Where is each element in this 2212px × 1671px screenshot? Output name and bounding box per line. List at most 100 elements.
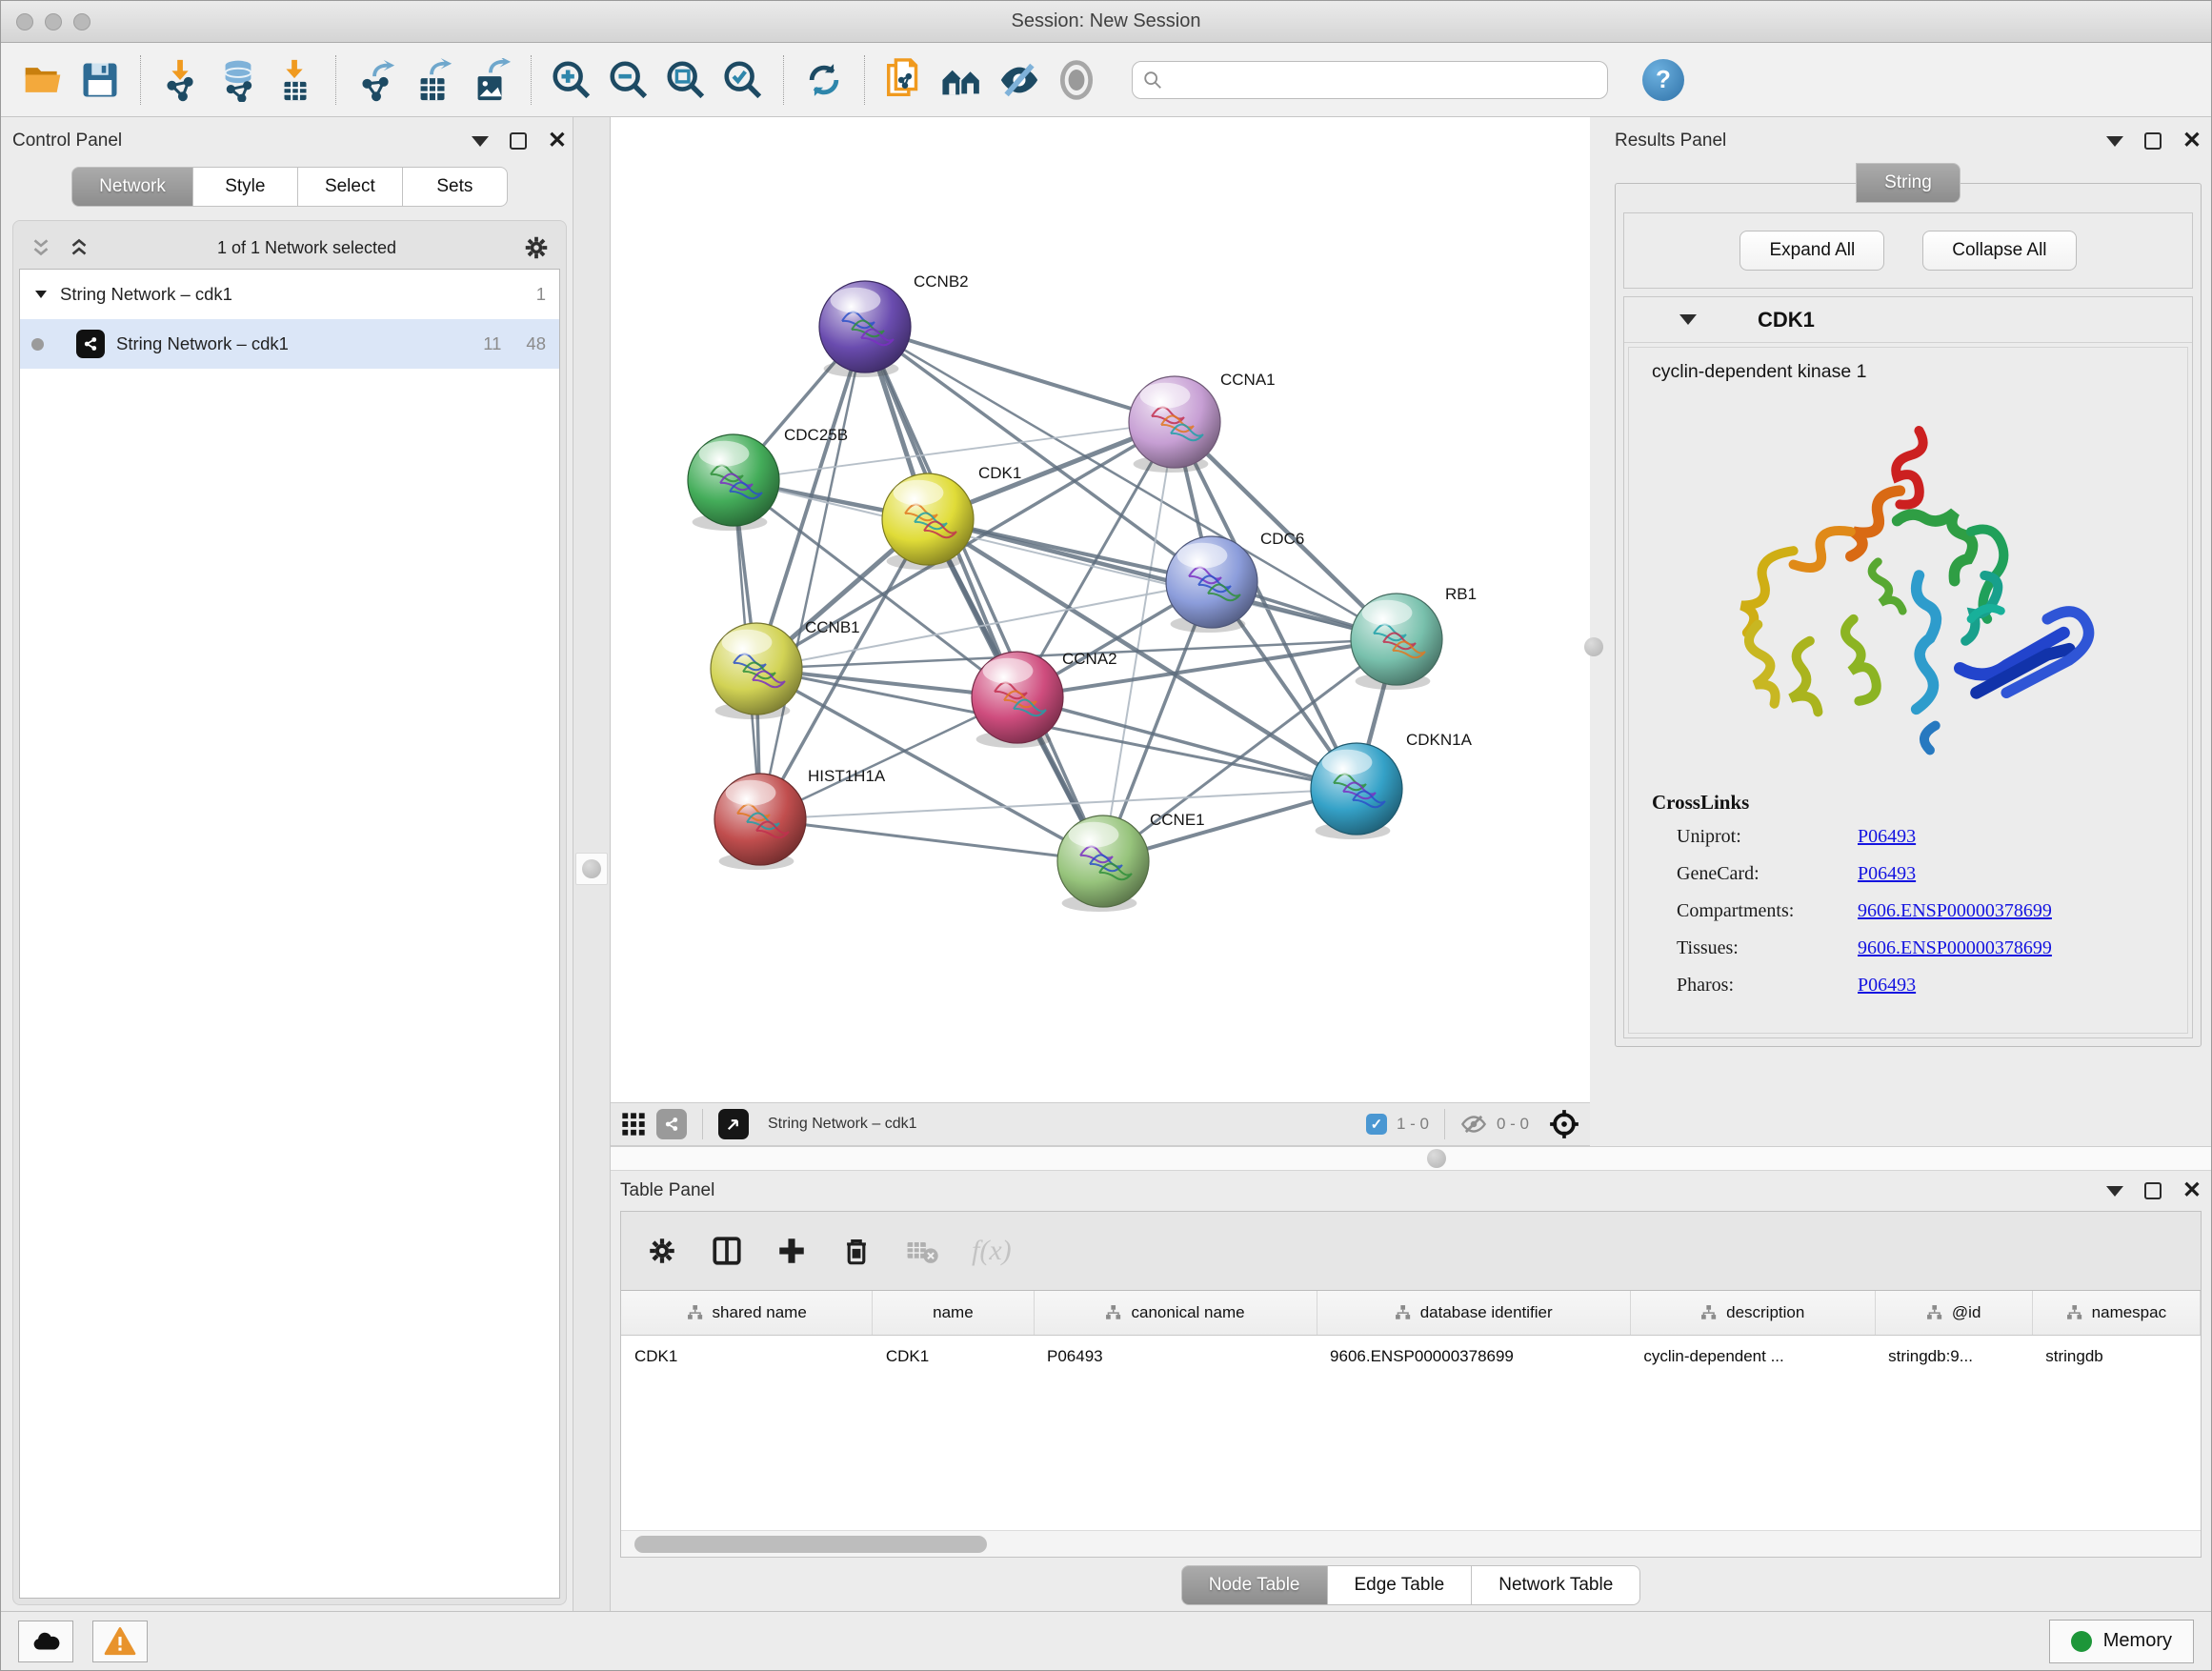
splitter-handle[interactable] [575,853,608,885]
maximize-window-button[interactable] [73,13,90,30]
right-splitter[interactable] [1590,117,1615,1146]
warnings-button[interactable] [92,1621,148,1662]
collapse-all-button[interactable]: Collapse All [1922,231,2076,271]
grid-mode-icon[interactable] [620,1111,647,1137]
column-header-description[interactable]: description [1630,1291,1875,1335]
crosslink-value-link[interactable]: P06493 [1858,826,1916,848]
minimize-window-button[interactable] [45,13,62,30]
network-badge-icon[interactable] [656,1109,687,1139]
column-header-namespac[interactable]: namespac [2032,1291,2200,1335]
crosslink-value-link[interactable]: 9606.ENSP00000378699 [1858,937,2052,959]
search-input[interactable] [1171,70,1598,90]
table-cell[interactable]: 9606.ENSP00000378699 [1317,1335,1630,1379]
tree-expander-icon[interactable] [33,287,49,302]
column-header-canonical-name[interactable]: canonical name [1034,1291,1317,1335]
cloud-status-button[interactable] [18,1621,73,1662]
network-node-ccna1[interactable] [1129,376,1220,473]
network-node-ccne1[interactable] [1057,815,1149,912]
splitter-handle[interactable] [1584,637,1603,656]
show-columns-icon[interactable] [711,1235,743,1267]
left-splitter[interactable] [573,117,611,1611]
memory-button[interactable]: Memory [2049,1620,2194,1663]
column-header-name[interactable]: name [873,1291,1034,1335]
import-table-button[interactable] [271,54,320,106]
table-cell[interactable]: cyclin-dependent ... [1630,1335,1875,1379]
table-row[interactable]: CDK1CDK1P064939606.ENSP00000378699cyclin… [621,1335,2201,1379]
control-panel-float-button[interactable] [510,132,527,150]
tab-sets[interactable]: Sets [403,167,508,207]
table-panel-float-button[interactable] [2144,1182,2162,1199]
zoom-in-button[interactable] [547,54,596,106]
table-cell[interactable]: stringdb [2032,1335,2200,1379]
import-network-database-button[interactable] [213,54,263,106]
collapse-entity-icon[interactable] [1679,314,1697,325]
control-panel-close-button[interactable]: ✕ [548,130,567,152]
table-panel-menu-button[interactable] [2106,1186,2123,1197]
control-panel-menu-button[interactable] [472,136,489,147]
expand-all-icon[interactable] [67,235,91,260]
network-edge[interactable] [928,519,1397,639]
function-builder-icon[interactable]: f(x) [972,1235,1012,1267]
network-edge[interactable] [865,327,1175,422]
network-edge[interactable] [865,327,1103,861]
table-cell[interactable]: CDK1 [621,1335,873,1379]
collapse-all-icon[interactable] [29,235,53,260]
table-tab-network-table[interactable]: Network Table [1472,1565,1640,1605]
table-tab-node-table[interactable]: Node Table [1181,1565,1328,1605]
column-header-database-identifier[interactable]: database identifier [1317,1291,1630,1335]
first-neighbors-button[interactable] [937,54,987,106]
search-field[interactable] [1132,61,1608,99]
zoom-fit-button[interactable] [661,54,711,106]
hidden-eye-icon[interactable] [1460,1111,1487,1137]
tab-style[interactable]: Style [193,167,298,207]
gear-icon[interactable] [522,233,551,262]
scrollbar-thumb[interactable] [634,1536,987,1553]
network-row-selected[interactable]: String Network – cdk1 1148 [20,319,559,369]
zoom-out-button[interactable] [604,54,654,106]
table-cell[interactable]: P06493 [1034,1335,1317,1379]
network-node-cdc6[interactable] [1166,536,1257,633]
network-node-ccna2[interactable] [972,652,1063,748]
column-header--id[interactable]: @id [1875,1291,2032,1335]
open-session-button[interactable] [18,54,68,106]
navigator-icon[interactable] [1548,1108,1580,1140]
network-collection-row[interactable]: String Network – cdk1 1 [20,270,559,319]
table-cell[interactable]: stringdb:9... [1875,1335,2032,1379]
entity-header[interactable]: CDK1 [1624,297,2192,343]
results-tab-string[interactable]: String [1856,163,1961,203]
delete-table-icon[interactable] [905,1234,939,1268]
splitter-handle[interactable] [1420,1142,1453,1175]
network-nodes[interactable] [688,281,1442,912]
network-node-cdkn1a[interactable] [1311,743,1402,839]
horizontal-splitter[interactable] [611,1146,2211,1171]
selected-checkbox[interactable]: ✓ [1366,1114,1387,1135]
crosslink-value-link[interactable]: 9606.ENSP00000378699 [1858,900,2052,922]
help-button[interactable]: ? [1642,59,1684,101]
tab-select[interactable]: Select [298,167,403,207]
expand-all-button[interactable]: Expand All [1739,231,1884,271]
network-canvas[interactable]: CCNB2CCNA1CDC25BCDK1CDC6RB1CCNB1CCNA2CDK… [611,117,1590,1102]
results-panel-menu-button[interactable] [2106,136,2123,147]
show-all-button[interactable] [1052,54,1101,106]
hide-selected-button[interactable] [995,54,1044,106]
export-table-button[interactable] [409,54,458,106]
table-horizontal-scrollbar[interactable] [621,1530,2201,1557]
apply-style-button[interactable] [799,54,849,106]
close-window-button[interactable] [16,13,33,30]
add-column-icon[interactable] [775,1235,808,1267]
network-edge[interactable] [760,327,865,819]
network-node-hist1h1a[interactable] [714,774,806,870]
import-network-file-button[interactable] [156,54,206,106]
network-edge[interactable] [1017,697,1357,789]
network-node-rb1[interactable] [1351,594,1442,690]
delete-column-trash-icon[interactable] [840,1235,873,1267]
export-image-button[interactable] [466,54,515,106]
table-tab-edge-table[interactable]: Edge Table [1328,1565,1473,1605]
detach-view-button[interactable] [718,1109,749,1139]
network-node-ccnb1[interactable] [711,623,802,719]
column-header-shared-name[interactable]: shared name [621,1291,873,1335]
table-panel-close-button[interactable]: ✕ [2182,1179,2202,1202]
save-session-button[interactable] [75,54,125,106]
results-panel-float-button[interactable] [2144,132,2162,150]
tab-network[interactable]: Network [71,167,193,207]
